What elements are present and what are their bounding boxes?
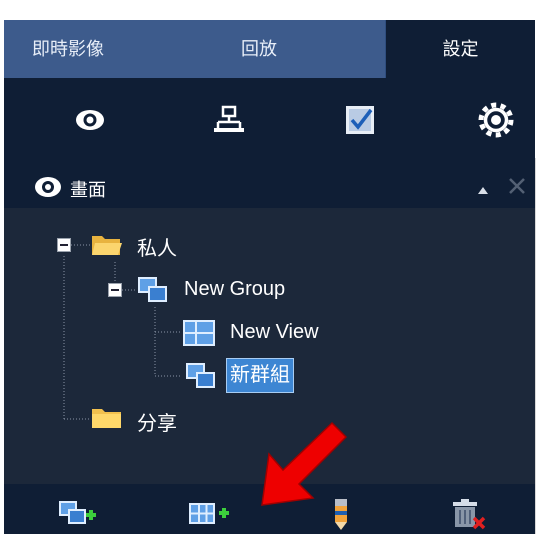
annotation-arrow	[240, 415, 350, 515]
folder-icon	[91, 406, 123, 430]
tree-node-private[interactable]: 私人	[137, 232, 177, 261]
group-icon	[137, 276, 169, 304]
group-icon	[185, 362, 217, 390]
folder-open-icon	[91, 233, 123, 257]
checklist-icon[interactable]	[338, 98, 382, 142]
tab-bar: 即時影像 回放 設定	[4, 20, 535, 78]
section-header: 畫面	[4, 166, 535, 208]
triangle-up-icon[interactable]	[477, 182, 489, 194]
tab-playback[interactable]: 回放	[132, 20, 386, 78]
tree-node-new-view[interactable]: New View	[230, 321, 319, 344]
eye-icon	[34, 174, 62, 200]
section-title: 畫面	[70, 180, 106, 200]
tab-setup[interactable]: 設定	[386, 20, 535, 78]
icon-toolbar	[4, 78, 535, 166]
delete-icon[interactable]	[448, 496, 492, 532]
tree-node-shared[interactable]: 分享	[137, 407, 177, 436]
add-view-icon[interactable]	[188, 496, 232, 532]
view-layout-icon	[182, 319, 216, 347]
close-icon[interactable]	[507, 176, 527, 196]
tree-node-new-group-selected[interactable]: 新群組	[226, 358, 294, 393]
scrollbar[interactable]	[535, 158, 547, 534]
gear-icon[interactable]	[474, 98, 518, 142]
collapse-toggle[interactable]	[57, 238, 71, 252]
add-group-icon[interactable]	[58, 496, 102, 532]
tab-live-view[interactable]: 即時影像	[4, 20, 132, 78]
tree-node-new-group[interactable]: New Group	[184, 278, 285, 301]
network-icon[interactable]	[207, 98, 251, 142]
collapse-toggle[interactable]	[108, 283, 122, 297]
eye-icon[interactable]	[68, 98, 112, 142]
